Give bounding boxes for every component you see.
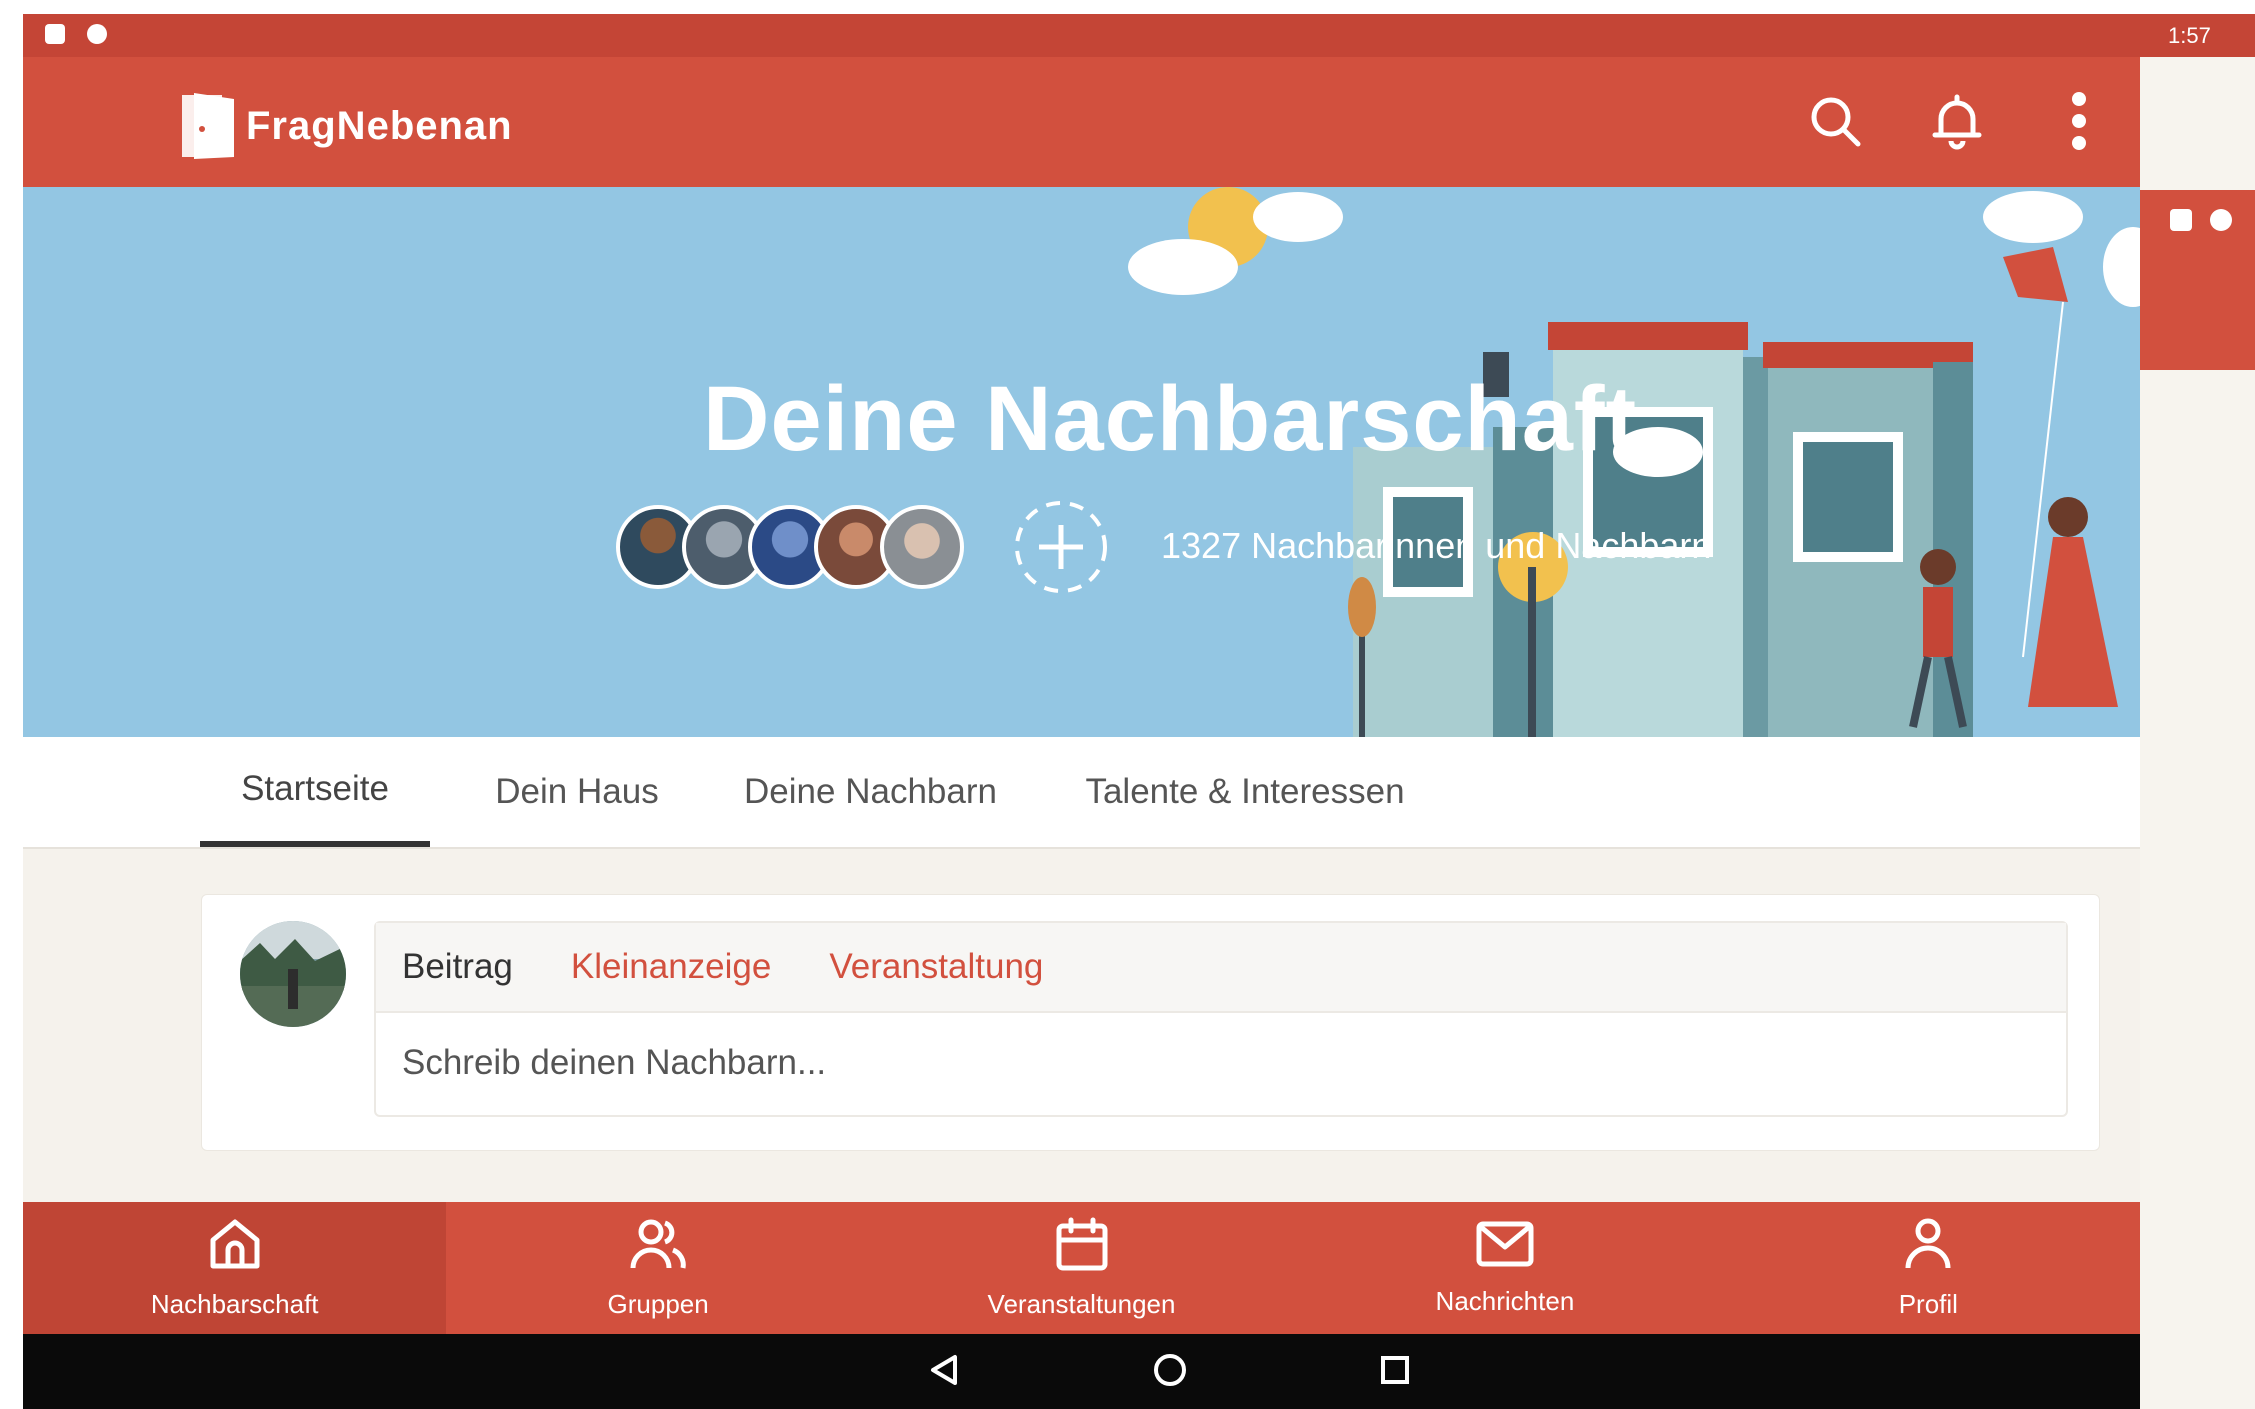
square-recents-icon [1377,1352,1413,1393]
app-logo-text: FragNebenan [246,103,513,148]
app-bar: FragNebenan [23,57,2140,187]
app-screen: FragNebenan Deine Nachbarschaft 1327 Nac… [23,14,2140,1409]
composer-box: Beitrag Kleinanzeige Veranstaltung [374,921,2068,1117]
status-bar: 1:57 [2140,14,2255,57]
hero-title: Deine Nachbarschaft [703,368,1638,470]
avatar [880,505,964,589]
back-button[interactable] [923,1350,967,1394]
post-composer: Beitrag Kleinanzeige Veranstaltung [201,894,2100,1151]
app-logo[interactable]: FragNebenan [180,91,513,161]
home-system-button[interactable] [1148,1350,1192,1394]
system-navigation-bar [23,1334,2140,1409]
nav-label: Veranstaltungen [987,1289,1176,1319]
status-bar [23,14,2140,57]
search-icon [1807,93,1863,154]
tab-dein-haus[interactable]: Dein Haus [463,737,691,847]
neighborhood-hero-banner: Deine Nachbarschaft 1327 Nachbarinnen un… [23,187,2140,737]
users-icon [627,1216,689,1279]
invite-neighbor-button[interactable] [1013,499,1109,595]
sd-card-icon [45,24,65,44]
add-icon [1013,501,1109,599]
background-app-preview: 1:57 [2140,14,2255,1409]
tab-deine-nachbarn[interactable]: Deine Nachbarn [718,737,1023,847]
back-triangle-icon [927,1352,963,1393]
nav-label: Gruppen [607,1289,709,1319]
neighbor-count[interactable]: 1327 Nachbarinnen und Nachbarn [1161,525,1711,567]
nav-gruppen[interactable]: Gruppen [446,1202,869,1334]
nav-label: Profil [1898,1289,1958,1319]
sd-card-icon [2170,209,2192,231]
status-time: 1:57 [2168,23,2211,48]
post-input[interactable] [376,1013,2028,1113]
avatar [240,921,346,1027]
nav-veranstaltungen[interactable]: Veranstaltungen [870,1202,1293,1334]
composer-type-tabs: Beitrag Kleinanzeige Veranstaltung [376,923,2066,1013]
search-button[interactable] [1774,85,1896,161]
section-tabs: Startseite Dein Haus Deine Nachbarn Tale… [23,737,2140,849]
android-icon [2210,209,2232,231]
mail-icon [1475,1219,1535,1276]
bell-icon [1929,91,1985,156]
circle-home-icon [1152,1352,1188,1393]
more-vertical-icon [2069,90,2089,157]
tab-talente-interessen[interactable]: Talente & Interessen [1055,737,1435,847]
neighbor-avatars[interactable] [616,505,964,589]
composer-tab-beitrag[interactable]: Beitrag [402,947,513,987]
calendar-icon [1054,1216,1110,1279]
tab-startseite[interactable]: Startseite [200,737,430,847]
nav-label: Nachrichten [1435,1286,1575,1316]
door-logo-icon [180,91,236,161]
recents-button[interactable] [1373,1350,1417,1394]
android-icon [87,24,107,44]
more-options-button[interactable] [2018,85,2140,161]
nav-nachrichten[interactable]: Nachrichten [1293,1202,1716,1334]
nav-label: Nachbarschaft [150,1289,319,1319]
composer-tab-kleinanzeige[interactable]: Kleinanzeige [571,947,771,987]
composer-tab-veranstaltung[interactable]: Veranstaltung [829,947,1043,987]
notifications-button[interactable] [1896,85,2018,161]
nav-nachbarschaft[interactable]: Nachbarschaft [23,1202,447,1334]
home-icon [207,1216,263,1279]
nav-profil[interactable]: Profil [1717,1202,2140,1334]
bottom-navigation: Nachbarschaft Gruppen Veranstaltungen Na… [23,1202,2140,1334]
person-icon [1902,1216,1954,1279]
